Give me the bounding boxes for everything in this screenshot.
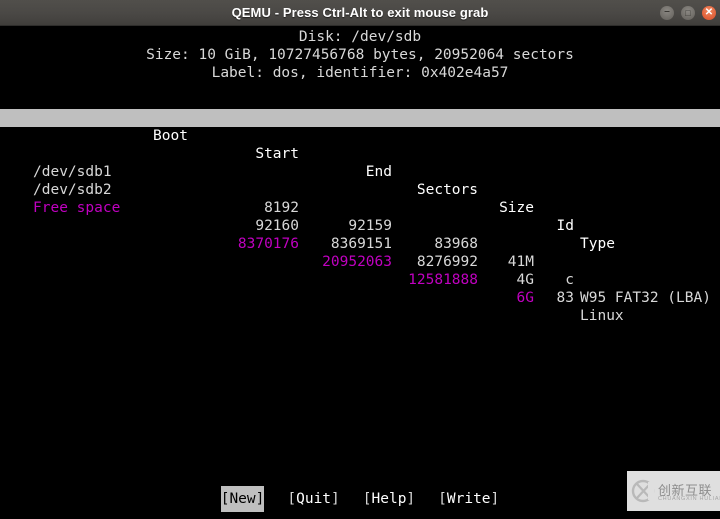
table-row[interactable]: /dev/sdb2 92160 8369151 8276992 4G 83 Li… [0,145,720,324]
row-sectors: 8276992 [416,254,478,270]
cfdisk-console: Disk: /dev/sdb Size: 10 GiB, 10727456768… [0,26,720,519]
row-type: Linux [580,308,624,324]
window-titlebar[interactable]: QEMU - Press Ctrl-Alt to exit mouse grab… [0,0,720,26]
row-id: c [565,272,574,288]
row-sectors: 12581888 [408,272,478,288]
row-start: 2048 [264,182,299,198]
column-header-type: Type [580,236,615,252]
maximize-button[interactable]: □ [681,6,695,20]
row-end: 20952063 [322,254,392,270]
bracket-open: [ [287,491,297,507]
watermark: 创新互联 CHUANGXIN HULIAN [627,471,720,511]
table-header-row: Device Boot Start End Sectors Size Id Ty… [0,91,720,252]
table-row[interactable]: Free space 8370176 20952063 12581888 6G [0,163,720,306]
menu-label-write: Write [446,491,491,507]
close-button[interactable]: ✕ [702,6,716,20]
disk-summary: Disk: /dev/sdb Size: 10 GiB, 10727456768… [0,28,720,82]
table-row[interactable]: /dev/sdb1 8192 92159 83968 41M c W95 FAT… [0,127,720,306]
row-type: W95 FAT32 (LBA) [580,290,711,306]
bracket-close: ] [490,491,500,507]
menu-button-quit[interactable]: [Quit] [287,486,339,512]
disk-size-line: Size: 10 GiB, 10727456768 bytes, 2095206… [146,47,574,63]
row-id: 83 [556,290,574,306]
bracket-close: ] [331,491,340,507]
row-end: 8369151 [330,236,392,252]
disk-label-line: Label: dos, identifier: 0x402e4a57 [211,65,509,81]
cfdisk-menubar: [New] [Quit] [Help] [Write] [0,486,720,512]
table-row[interactable]: >> Free space 2048 8191 6144 3M [0,109,720,252]
minimize-button[interactable]: – [660,6,674,20]
row-size: 3M [516,236,534,252]
column-header-size: Size [499,200,534,216]
qemu-window: QEMU - Press Ctrl-Alt to exit mouse grab… [0,0,720,519]
close-icon: ✕ [704,7,714,18]
menu-label-help: Help [371,491,407,507]
row-size: 6G [516,290,534,306]
menu-button-new[interactable]: [New] [220,486,265,512]
bracket-open: [ [438,491,447,507]
column-header-sectors: Sectors [416,182,478,198]
menu-button-help[interactable]: [Help] [363,486,415,512]
bracket-close: ] [255,491,265,507]
row-sectors: 6144 [443,218,478,234]
row-size: 41M [507,254,534,270]
row-start: 92160 [255,218,299,234]
column-header-id: Id [556,218,574,234]
bracket-close: ] [406,491,416,507]
partition-table: Device Boot Start End Sectors Size Id Ty… [0,91,720,324]
row-start: 8192 [264,200,299,216]
row-end: 8191 [357,200,392,216]
row-start: 8370176 [237,236,299,252]
menu-button-write[interactable]: [Write] [438,486,499,512]
row-end: 92159 [348,218,392,234]
row-size: 4G [516,272,534,288]
watermark-english-text: CHUANGXIN HULIAN [658,496,720,502]
maximize-icon: □ [685,8,691,18]
row-device: Free space [33,200,121,216]
menu-label-new: New [229,491,256,507]
window-title: QEMU - Press Ctrl-Alt to exit mouse grab [231,5,489,20]
disk-name-line: Disk: /dev/sdb [298,29,422,45]
chuangxin-logo-icon [631,479,655,503]
minimize-icon: – [664,6,670,17]
menu-label-quit: Quit [296,491,332,507]
bracket-open: [ [362,491,372,507]
row-sectors: 83968 [434,236,478,252]
